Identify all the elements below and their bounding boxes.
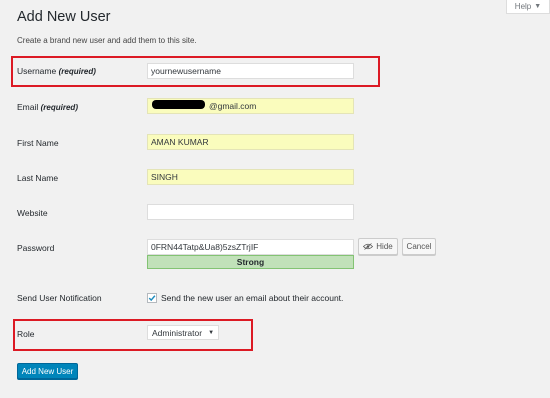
password-label: Password xyxy=(17,243,55,253)
send-notification-label: Send User Notification xyxy=(17,293,102,303)
help-tab[interactable]: Help ▼ xyxy=(506,0,550,14)
last-name-label: Last Name xyxy=(17,173,59,183)
password-strength-meter: Strong xyxy=(147,255,354,269)
username-label: Username (required) xyxy=(17,66,96,76)
page-intro: Create a brand new user and add them to … xyxy=(17,36,197,45)
caret-down-icon: ▼ xyxy=(534,3,542,10)
send-notification-text: Send the new user an email about their a… xyxy=(161,293,344,303)
add-user-page: Help ▼ Add New User Create a brand new u… xyxy=(0,0,550,398)
help-label: Help xyxy=(514,2,532,11)
hide-password-button[interactable]: Hide xyxy=(358,238,398,255)
select-caret-down-icon: ▼ xyxy=(208,329,215,336)
send-notification-checkbox[interactable] xyxy=(147,293,157,303)
last-name-input[interactable]: SINGH xyxy=(147,169,354,185)
first-name-label: First Name xyxy=(17,138,59,148)
required-marker: (required) xyxy=(40,103,78,112)
required-marker: (required) xyxy=(58,67,96,76)
username-input[interactable]: yournewusername xyxy=(147,63,354,79)
website-label: Website xyxy=(17,208,48,218)
email-label: Email (required) xyxy=(17,102,78,112)
checkmark-icon xyxy=(148,295,156,302)
page-title: Add New User xyxy=(17,9,111,25)
eye-slash-icon xyxy=(363,243,374,250)
website-input[interactable] xyxy=(147,204,354,220)
role-label: Role xyxy=(17,329,35,339)
password-input[interactable]: 0FRN44Tatp&Ua8)5zsZTrjIF xyxy=(147,239,354,255)
add-new-user-button[interactable]: Add New User xyxy=(17,363,78,379)
first-name-input[interactable]: AMAN KUMAR xyxy=(147,134,354,150)
cancel-password-button[interactable]: Cancel xyxy=(402,238,436,255)
role-select[interactable]: Administrator ▼ xyxy=(147,325,220,340)
redaction-mark xyxy=(152,100,205,109)
